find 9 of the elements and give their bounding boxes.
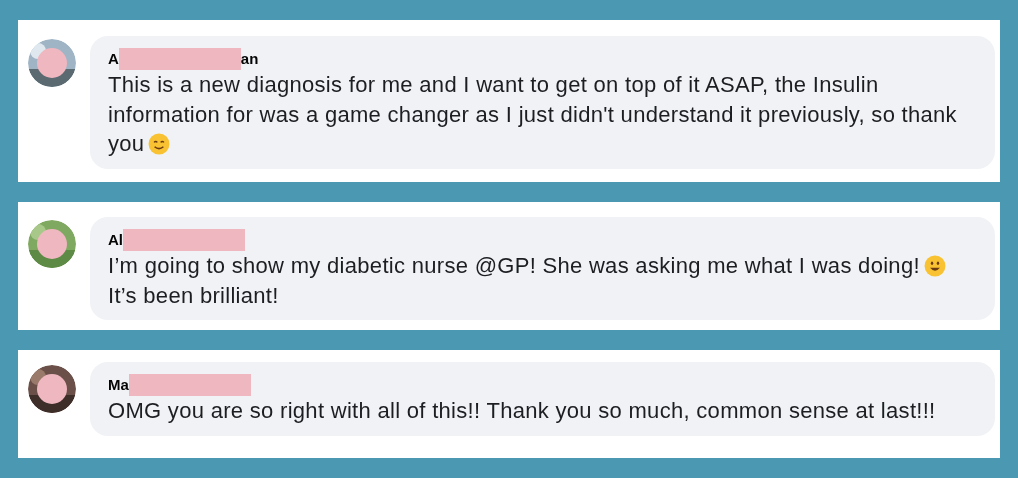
author-name[interactable]: an <box>240 47 259 71</box>
author-name[interactable]: A <box>108 47 119 71</box>
author-name[interactable]: Al <box>108 228 123 252</box>
comment-text: This is a new diagnosis for me and I want to get on top of it ASAP, the Insulin information for was a game changer as I just didn't understand it previously, so thank you <box>108 71 958 158</box>
comment-text: OMG you are so right with all of this!! Thank you so much, common sense at last!!! <box>108 397 937 425</box>
smiley-icon <box>148 133 171 155</box>
smiley-icon <box>923 255 946 277</box>
author-name[interactable]: Ma <box>108 373 129 397</box>
comment-text: I’m going to show my diabetic nurse @GP! She was asking me what I was doing! It’s been brilliant! <box>108 251 977 310</box>
